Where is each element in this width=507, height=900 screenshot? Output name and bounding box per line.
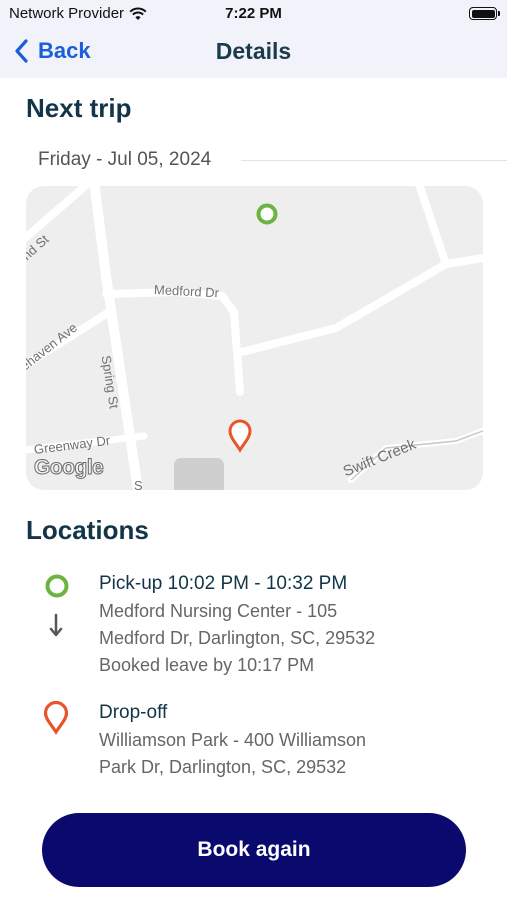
status-time: 7:22 PM (225, 5, 282, 22)
back-button[interactable]: Back (14, 38, 91, 64)
dropoff-address-line1: Williamson Park - 400 Williamson (99, 730, 367, 750)
pickup-title: Pick-up 10:02 PM - 10:32 PM (99, 573, 348, 594)
chevron-left-icon (15, 39, 28, 63)
google-attribution-logo: Google (33, 456, 104, 480)
arrow-down-icon (49, 613, 63, 637)
pickup-address-line2: Medford Dr, Darlington, SC, 29532 (99, 628, 376, 648)
book-again-button[interactable]: Book again (42, 813, 466, 887)
green-circle-icon (45, 574, 69, 598)
back-label: Back (38, 38, 91, 63)
trip-date: Friday - Jul 05, 2024 (38, 149, 212, 170)
trip-map[interactable]: nd St Medford Dr ehaven Ave Spring St Gr… (26, 186, 483, 490)
street-label-s: S (134, 478, 143, 490)
battery-icon (469, 7, 500, 20)
next-trip-heading: Next trip (26, 93, 132, 123)
trip-date-row: Friday - Jul 05, 2024 (26, 147, 507, 175)
map-pickup-marker (256, 203, 278, 225)
date-divider (241, 160, 507, 161)
navigation-bar: Back Details (0, 28, 507, 78)
pickup-booked-note: Booked leave by 10:17 PM (99, 655, 315, 675)
pickup-address-line1: Medford Nursing Center - 105 (99, 601, 338, 621)
dropoff-title: Drop-off (99, 702, 168, 723)
status-bar: Network Provider 7:22 PM (0, 0, 507, 28)
dropoff-address-line2: Park Dr, Darlington, SC, 29532 (99, 757, 347, 777)
locations-heading: Locations (26, 515, 149, 545)
map-building (174, 458, 224, 490)
map-pin-icon (43, 701, 69, 735)
